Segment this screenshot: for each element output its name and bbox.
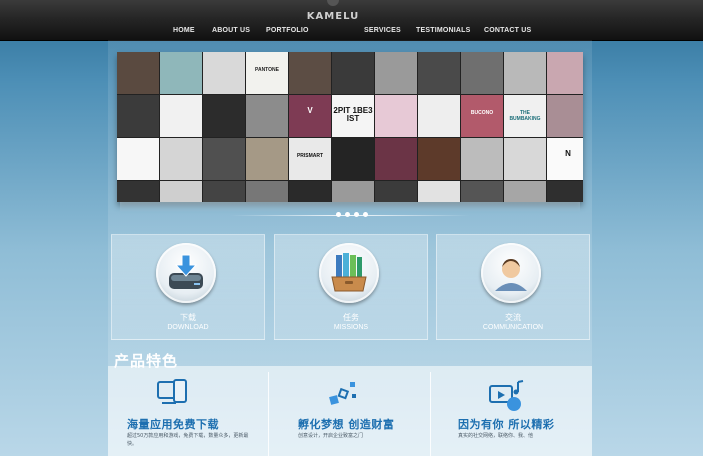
collage-tile: [246, 181, 288, 202]
collage-tile: [332, 52, 374, 94]
collage-tile: [375, 138, 417, 180]
folder-binders-icon: [319, 243, 379, 303]
collage-tile: [160, 138, 202, 180]
logo-mark-icon: [327, 0, 339, 6]
collage-tile: [117, 181, 159, 202]
nav-home[interactable]: HOME: [173, 22, 195, 40]
banner-reflection: [120, 202, 580, 212]
collage-tile: [332, 138, 374, 180]
collage-tile-prismart: PRISMART: [289, 138, 331, 180]
card-communication-title: 交流: [505, 313, 521, 322]
collage-tile: [418, 52, 460, 94]
collage-tile-n: N: [547, 138, 583, 180]
feature-desc-dream: 创意设计，开启企业致富之门: [298, 433, 364, 439]
card-download[interactable]: 下载 DOWNLOAD: [111, 234, 265, 340]
collage-tile: [117, 138, 159, 180]
collage-tile: [547, 52, 583, 94]
collage-tile: [203, 95, 245, 137]
download-drive-icon: [156, 243, 216, 303]
collage-tile: [203, 52, 245, 94]
collage-tile: [461, 52, 503, 94]
collage-tile: [246, 138, 288, 180]
collage-tile: [461, 181, 503, 202]
slider-dot-2[interactable]: [345, 212, 350, 217]
collage-tile-pantone: PANTONE: [246, 52, 288, 94]
collage-tile: [203, 138, 245, 180]
feature-title-dream: 孵化梦想 创造财富: [298, 418, 395, 431]
nav-testimonials[interactable]: TESTIMONIALS: [416, 22, 471, 40]
collage-tile: [289, 52, 331, 94]
feature-divider: [430, 372, 431, 456]
portfolio-collage-banner[interactable]: PANTONE V 2PIT 1BE3 IST BUCONO THE BUMBA…: [117, 52, 583, 202]
feature-title-apps: 海量应用免费下载: [127, 418, 219, 431]
site-logo[interactable]: KAMELU: [306, 0, 360, 22]
media-icon: [488, 380, 528, 416]
feature-desc-apps: 超过50万款应用和游戏，免费下载，数量众多，更新最快。: [127, 433, 249, 447]
card-communication[interactable]: 交流 COMMUNICATION: [436, 234, 590, 340]
card-download-title: 下载: [180, 313, 196, 322]
user-avatar-icon: [481, 243, 541, 303]
collage-tile: [375, 52, 417, 94]
collage-tile: [160, 95, 202, 137]
collage-tile: [547, 181, 583, 202]
feature-title-social: 因为有你 所以精彩: [458, 418, 555, 431]
collage-tile: [547, 95, 583, 137]
card-missions-title: 任务: [343, 313, 359, 322]
collage-tile: [418, 138, 460, 180]
collage-tile: [504, 181, 546, 202]
card-download-subtitle: DOWNLOAD: [167, 324, 209, 331]
nav-portfolio[interactable]: PORTFOLIO: [266, 22, 309, 40]
collage-tile-bucono: BUCONO: [461, 95, 503, 137]
feature-desc-social: 真实的社交网络，联络你、我、他: [458, 433, 534, 439]
nav-services[interactable]: SERVICES: [364, 22, 401, 40]
slider-dot-4[interactable]: [363, 212, 368, 217]
card-missions[interactable]: 任务 MISSIONS: [274, 234, 428, 340]
devices-icon: [156, 378, 190, 414]
collage-tile: [289, 181, 331, 202]
feature-divider: [268, 372, 269, 456]
collage-tile: [246, 95, 288, 137]
nav-contact-us[interactable]: CONTACT US: [484, 22, 531, 40]
collage-tile: [504, 52, 546, 94]
collage-tile-bumbaking: THE BUMBAKING: [504, 95, 546, 137]
collage-tile: [418, 95, 460, 137]
nav-about-us[interactable]: ABOUT US: [212, 22, 250, 40]
main-nav: HOME ABOUT US PORTFOLIO SERVICES TESTIMO…: [0, 22, 703, 40]
collage-tile: [117, 95, 159, 137]
slider-pagination: [336, 212, 368, 218]
collage-tile: [504, 138, 546, 180]
collage-tile: [461, 138, 503, 180]
collage-tile: [160, 181, 202, 202]
collage-tile: [375, 95, 417, 137]
slider-dot-3[interactable]: [354, 212, 359, 217]
collage-tile: [418, 181, 460, 202]
collage-tile: [117, 52, 159, 94]
slider-dot-1[interactable]: [336, 212, 341, 217]
top-bar: KAMELU HOME ABOUT US PORTFOLIO SERVICES …: [0, 0, 703, 41]
collage-tile-twist: 2PIT 1BE3 IST: [332, 95, 374, 137]
collage-tile: [375, 181, 417, 202]
collage-tile: [160, 52, 202, 94]
card-communication-subtitle: COMMUNICATION: [482, 324, 544, 331]
card-missions-subtitle: MISSIONS: [333, 324, 369, 331]
blocks-icon: [326, 378, 360, 414]
collage-tile: [203, 181, 245, 202]
collage-tile-v: V: [289, 95, 331, 137]
collage-tile: [332, 181, 374, 202]
